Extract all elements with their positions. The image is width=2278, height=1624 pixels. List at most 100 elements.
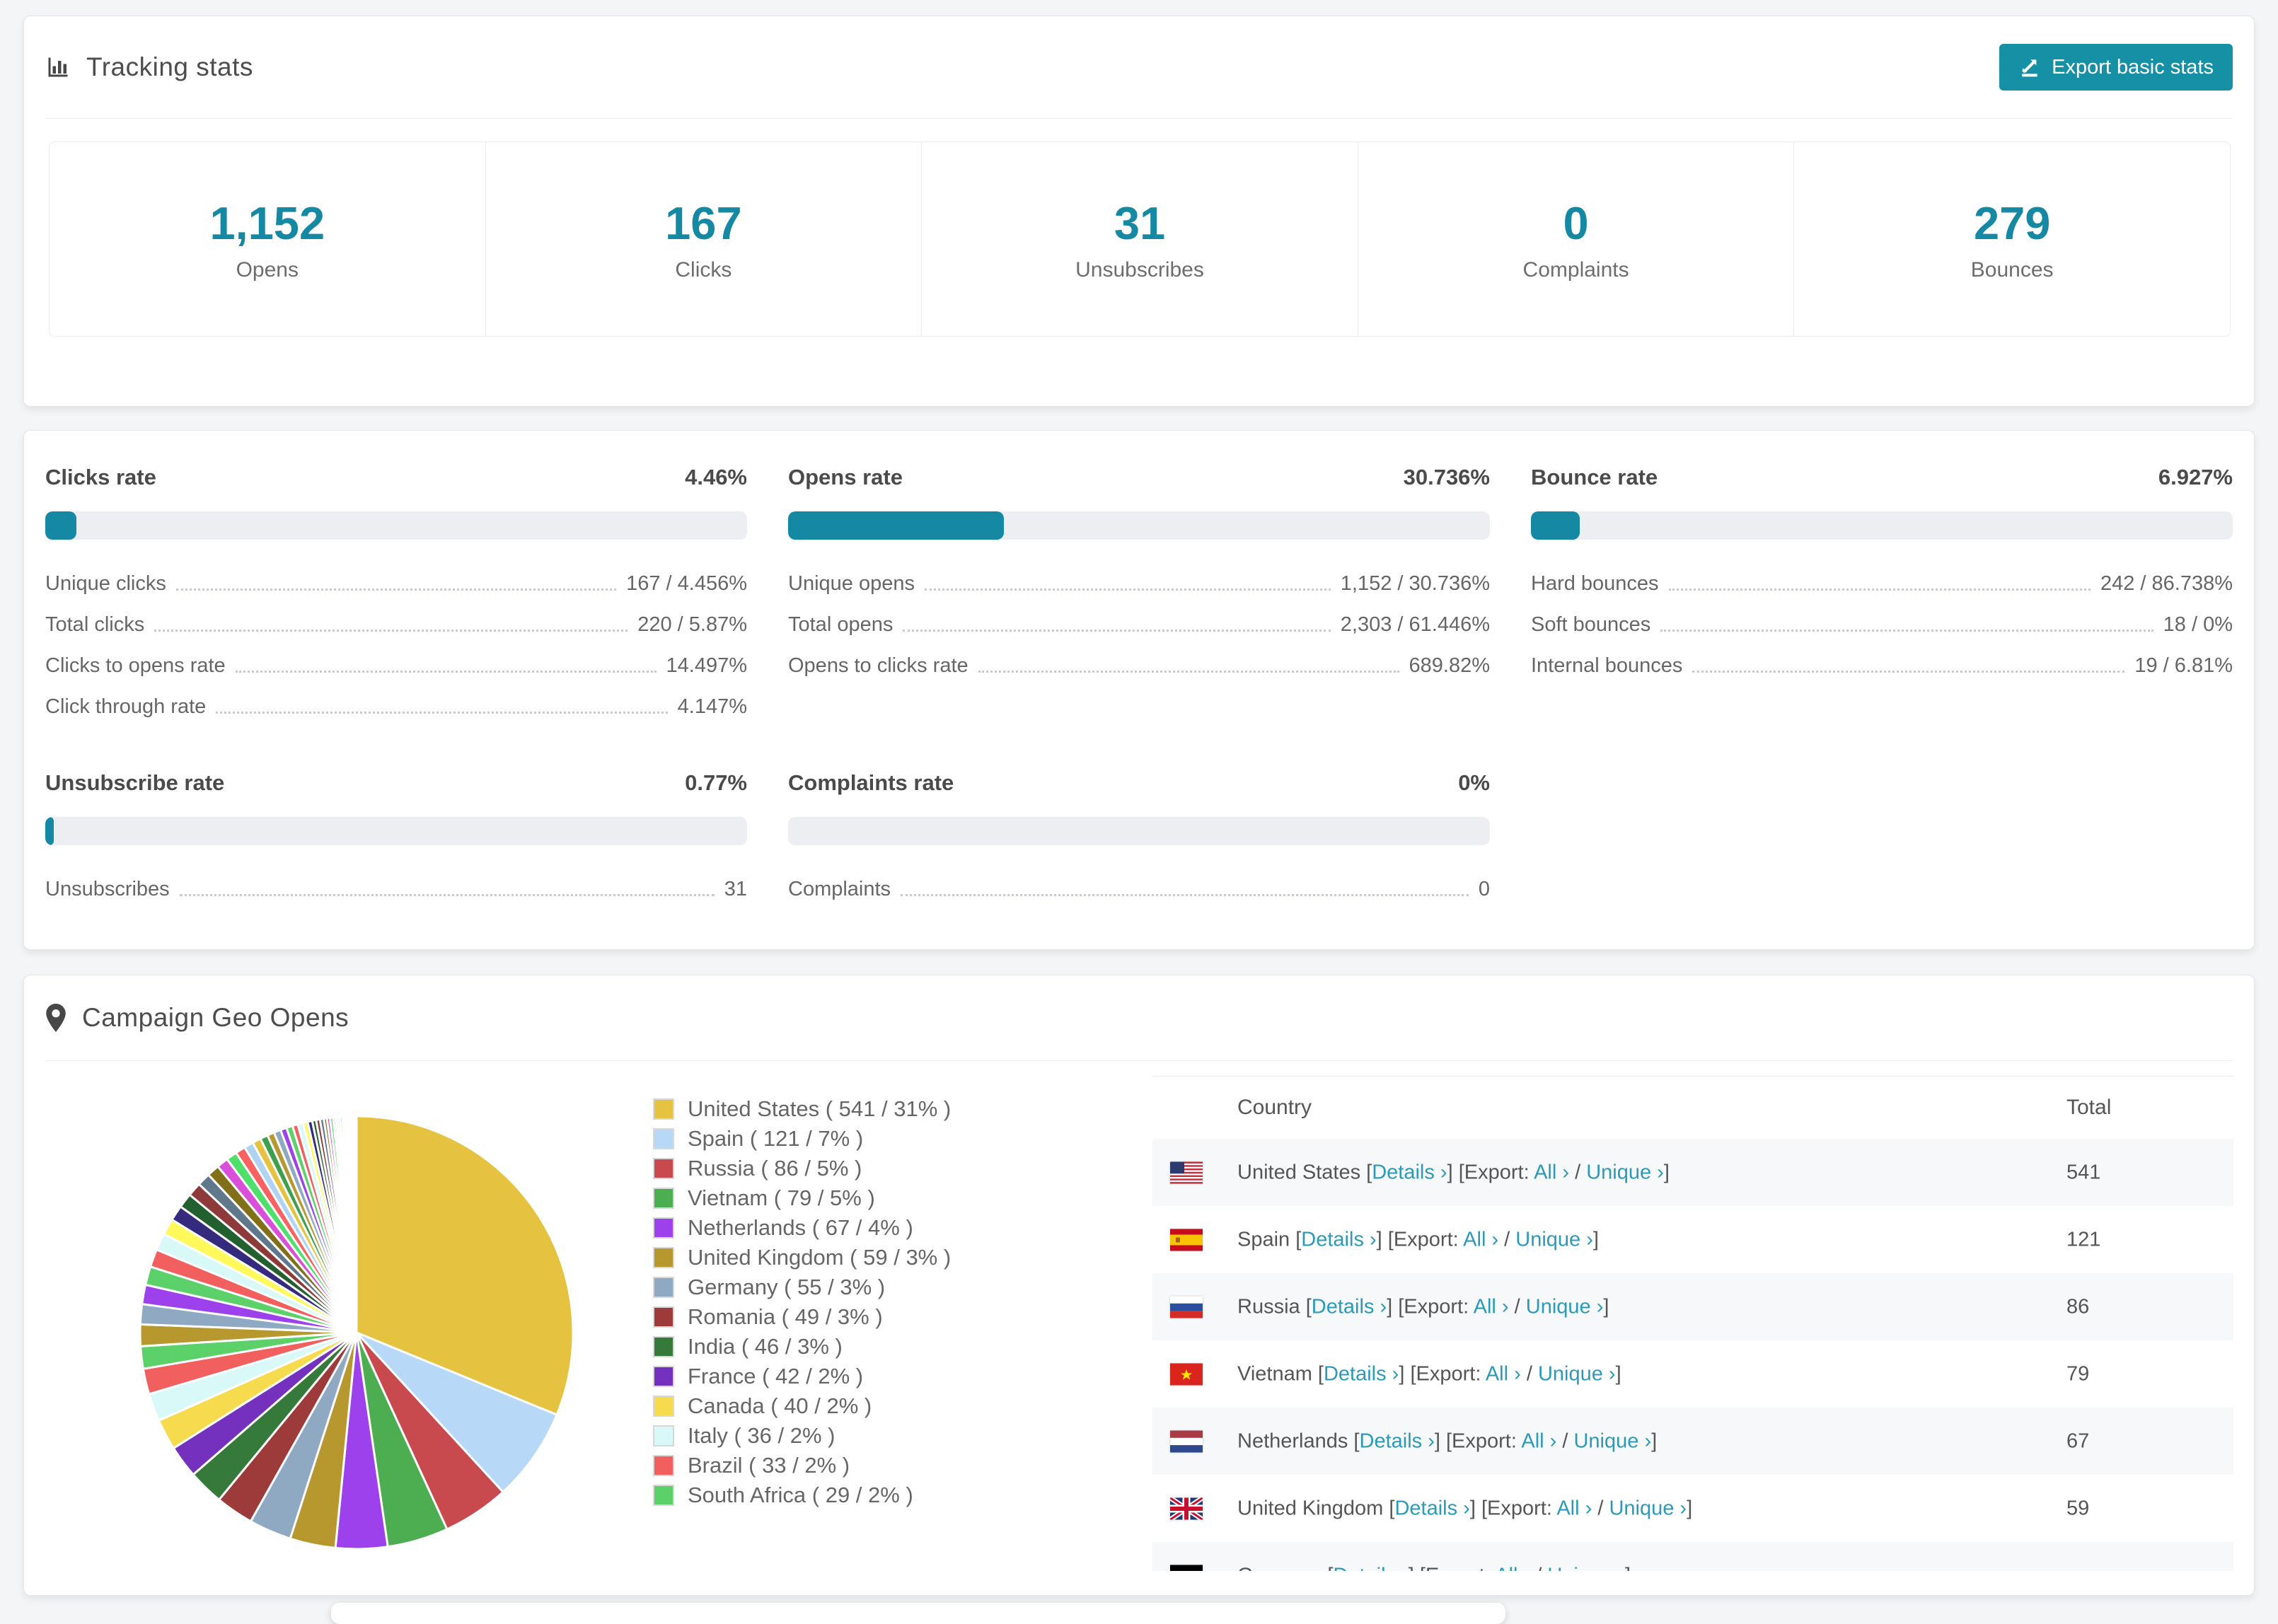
rate-value: 6.927%: [2158, 465, 2233, 489]
stat-label: Bounces: [1970, 257, 2054, 282]
legend-item-romania[interactable]: Romania ( 49 / 3% ): [653, 1305, 951, 1328]
total-cell: 59: [2066, 1497, 2090, 1519]
export-unique-link[interactable]: Unique ›: [1526, 1295, 1604, 1318]
total-cell: 86: [2066, 1295, 2090, 1318]
rate-value: 0.77%: [685, 770, 747, 795]
dotted-leader: [924, 588, 1331, 591]
geo-table-row-vietnam: Vietnam [Details ›] [Export: All › / Uni…: [1152, 1340, 2233, 1408]
geo-header-divider: [45, 1060, 2233, 1061]
rate-row-click-through-rate: Click through rate 4.147%: [45, 695, 747, 719]
export-unique-link[interactable]: Unique ›: [1586, 1161, 1664, 1183]
progress-fill: [1531, 511, 1580, 540]
geo-title: Campaign Geo Opens: [45, 1003, 349, 1033]
export-all-link[interactable]: All ›: [1534, 1161, 1569, 1183]
geo-table-row-netherlands: Netherlands [Details ›] [Export: All › /…: [1152, 1408, 2233, 1475]
legend-item-south-africa[interactable]: South Africa ( 29 / 2% ): [653, 1483, 951, 1507]
rate-row-label: Internal bounces: [1531, 654, 1683, 677]
pie-slice-other[interactable]: [354, 1115, 358, 1334]
stat-opens: 1,152 Opens: [50, 142, 486, 336]
bounce-rate-section: Bounce rate 6.927% Hard bounces 242 / 86…: [1531, 465, 2233, 736]
export-unique-link[interactable]: Unique ›: [1609, 1497, 1687, 1519]
rate-row-unique-opens: Unique opens 1,152 / 30.736%: [788, 572, 1490, 596]
legend-label: Italy ( 36 / 2% ): [688, 1423, 836, 1448]
rate-title: Bounce rate: [1531, 465, 1658, 489]
rate-row-value: 31: [724, 878, 747, 900]
legend-item-india[interactable]: India ( 46 / 3% ): [653, 1335, 951, 1358]
rate-row-value: 14.497%: [666, 654, 748, 677]
rate-title: Clicks rate: [45, 465, 156, 489]
geo-country-table: Country Total United States [Details ›] …: [1152, 1076, 2233, 1595]
rate-row-value: 1,152 / 30.736%: [1340, 572, 1490, 595]
rate-row-label: Soft bounces: [1531, 613, 1651, 636]
progress-fill: [788, 511, 1004, 540]
legend-item-united-kingdom[interactable]: United Kingdom ( 59 / 3% ): [653, 1246, 951, 1269]
details-link[interactable]: Details ›: [1324, 1362, 1399, 1385]
rate-row-label: Unsubscribes: [45, 878, 170, 900]
legend-item-brazil[interactable]: Brazil ( 33 / 2% ): [653, 1454, 951, 1477]
rate-value: 0%: [1458, 770, 1490, 795]
united-states-flag-icon: [1170, 1161, 1203, 1183]
legend-item-russia[interactable]: Russia ( 86 / 5% ): [653, 1156, 951, 1180]
rate-row-total-clicks: Total clicks 220 / 5.87%: [45, 613, 747, 637]
geo-header: Campaign Geo Opens: [45, 975, 2233, 1060]
legend-item-netherlands[interactable]: Netherlands ( 67 / 4% ): [653, 1216, 951, 1239]
legend-item-italy[interactable]: Italy ( 36 / 2% ): [653, 1424, 951, 1447]
export-all-link[interactable]: All ›: [1521, 1429, 1556, 1452]
stat-label: Opens: [236, 257, 299, 282]
legend-item-united-states[interactable]: United States ( 541 / 31% ): [653, 1097, 951, 1120]
details-link[interactable]: Details ›: [1312, 1295, 1387, 1318]
united-kingdom-flag-icon: [1170, 1497, 1203, 1519]
export-unique-link[interactable]: Unique ›: [1573, 1429, 1651, 1452]
tracking-stats-card: Tracking stats Export basic stats 1,152 O…: [23, 16, 2255, 407]
export-unique-link[interactable]: Unique ›: [1538, 1362, 1616, 1385]
legend-label: Russia ( 86 / 5% ): [688, 1156, 862, 1181]
rate-title: Unsubscribe rate: [45, 770, 225, 795]
progress-fill: [45, 511, 77, 540]
legend-swatch: [653, 1454, 674, 1476]
details-link[interactable]: Details ›: [1301, 1228, 1376, 1251]
dotted-leader: [978, 671, 1399, 673]
details-link[interactable]: Details ›: [1360, 1429, 1435, 1452]
rate-title: Complaints rate: [788, 770, 954, 795]
export-unique-link[interactable]: Unique ›: [1515, 1228, 1593, 1251]
rate-row-value: 18 / 0%: [2163, 613, 2233, 636]
legend-label: Spain ( 121 / 7% ): [688, 1126, 864, 1151]
export-all-link[interactable]: All ›: [1463, 1228, 1498, 1251]
export-button-label: Export basic stats: [2052, 55, 2214, 79]
vietnam-flag-icon: [1170, 1363, 1203, 1385]
country-cell: Spain [Details ›] [Export: All › / Uniqu…: [1237, 1228, 1599, 1251]
legend-swatch: [653, 1187, 674, 1209]
details-link[interactable]: Details ›: [1372, 1161, 1447, 1183]
dotted-leader: [1660, 630, 2153, 632]
rate-row-value: 220 / 5.87%: [637, 613, 747, 636]
export-basic-stats-button[interactable]: Export basic stats: [1999, 44, 2233, 91]
country-cell: United Kingdom [Details ›] [Export: All …: [1237, 1497, 1693, 1519]
export-all-link[interactable]: All ›: [1556, 1497, 1592, 1519]
country-name: Vietnam [: [1237, 1362, 1324, 1385]
country-name: Russia [: [1237, 1295, 1312, 1318]
stat-label: Clicks: [675, 257, 732, 282]
rate-row-internal-bounces: Internal bounces 19 / 6.81%: [1531, 654, 2233, 678]
progress-bar: [788, 817, 1490, 845]
legend-item-spain[interactable]: Spain ( 121 / 7% ): [653, 1127, 951, 1150]
legend-item-canada[interactable]: Canada ( 40 / 2% ): [653, 1394, 951, 1417]
stats-summary-row: 1,152 Opens 167 Clicks 31 Unsubscribes 0 Compla…: [49, 141, 2231, 337]
rate-row-value: 0: [1478, 878, 1490, 900]
legend-label: United Kingdom ( 59 / 3% ): [688, 1245, 952, 1270]
rate-row-label: Total clicks: [45, 613, 145, 636]
rate-title: Opens rate: [788, 465, 903, 489]
campaign-geo-opens-card: Campaign Geo Opens United States ( 541 /…: [23, 975, 2255, 1596]
stat-value: 167: [665, 197, 742, 249]
export-all-link[interactable]: All ›: [1486, 1362, 1521, 1385]
legend-item-germany[interactable]: Germany ( 55 / 3% ): [653, 1275, 951, 1299]
details-link[interactable]: Details ›: [1394, 1497, 1469, 1519]
export-all-link[interactable]: All ›: [1474, 1295, 1509, 1318]
dotted-leader: [1692, 671, 2125, 673]
country-name: Spain [: [1237, 1228, 1302, 1251]
rate-row-label: Unique clicks: [45, 572, 166, 595]
legend-label: Canada ( 40 / 2% ): [688, 1393, 872, 1418]
geo-table-row-russia: Russia [Details ›] [Export: All › / Uniq…: [1152, 1273, 2233, 1340]
legend-item-france[interactable]: France ( 42 / 2% ): [653, 1364, 951, 1388]
rate-row-unsubscribes: Unsubscribes 31: [45, 878, 747, 901]
legend-item-vietnam[interactable]: Vietnam ( 79 / 5% ): [653, 1186, 951, 1210]
